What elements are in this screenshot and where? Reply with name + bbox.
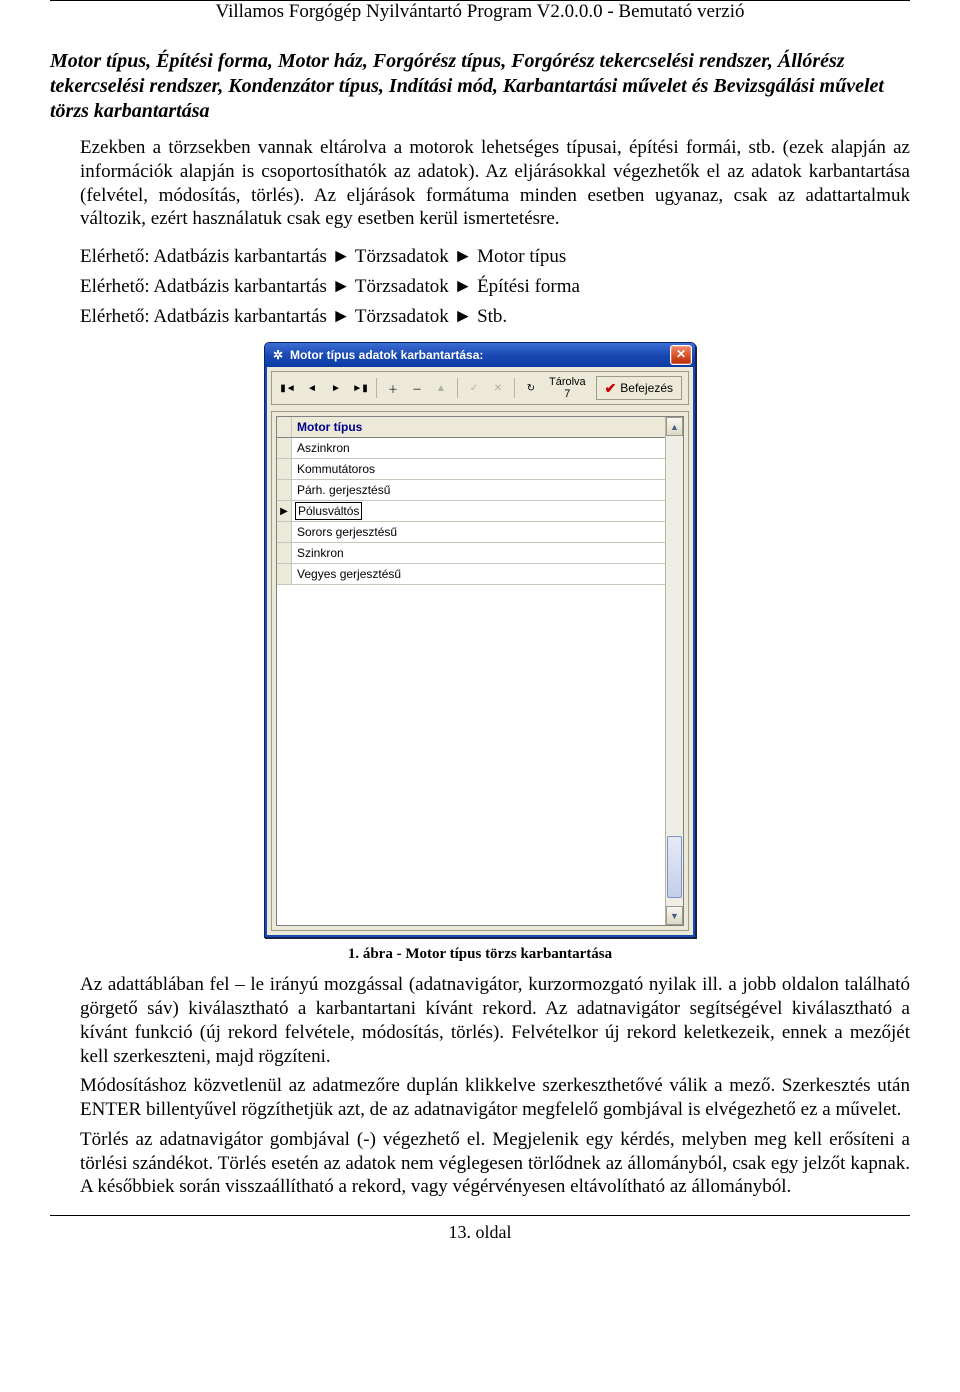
row-indicator: ▶ [277, 501, 292, 521]
gear-icon: ✲ [271, 348, 285, 362]
cell-value[interactable]: Vegyes gerjesztésű [292, 564, 665, 584]
figure-caption: 1. ábra - Motor típus törzs karbantartás… [50, 946, 910, 963]
window-title: Motor típus adatok karbantartása: [290, 348, 670, 362]
titlebar: ✲ Motor típus adatok karbantartása: ✕ [265, 343, 695, 367]
row-indicator [277, 480, 292, 500]
nav-prev-button[interactable]: ◄ [302, 378, 322, 398]
page-number: 13. oldal [0, 1216, 960, 1253]
nav-first-button[interactable]: ▮◄ [278, 378, 298, 398]
reach-path-2: Elérhető: Adatbázis karbantartás ► Törzs… [80, 275, 910, 299]
column-header[interactable]: Motor típus [292, 417, 665, 437]
nav-post-button: ✓ [464, 378, 484, 398]
table-row[interactable]: Párh. gerjesztésű [277, 480, 665, 501]
edit-input[interactable]: Pólusváltós [295, 502, 362, 520]
nav-last-button[interactable]: ►▮ [350, 378, 370, 398]
stored-value: 7 [549, 388, 586, 400]
finish-button[interactable]: ✔ Befejezés [596, 376, 682, 400]
navigator-toolbar: ▮◄ ◄ ► ►▮ ＋ － ▲ ✓ ✕ ↻ Tárolva 7 [271, 371, 689, 405]
cell-value[interactable]: Aszinkron [292, 438, 665, 458]
table-row[interactable]: Kommutátoros [277, 459, 665, 480]
cell-value[interactable]: Pólusváltós [292, 501, 665, 521]
vertical-scrollbar[interactable]: ▲ ▼ [665, 417, 683, 925]
row-indicator [277, 417, 292, 437]
row-indicator [277, 438, 292, 458]
paragraph-usage-2: Módosításhoz közvetlenül az adatmezőre d… [80, 1074, 910, 1122]
scroll-thumb[interactable] [667, 836, 682, 898]
reach-path-3: Elérhető: Adatbázis karbantartás ► Törzs… [80, 305, 910, 329]
table-row[interactable]: Vegyes gerjesztésű [277, 564, 665, 585]
reach-path-1: Elérhető: Adatbázis karbantartás ► Törzs… [80, 245, 910, 269]
row-indicator [277, 543, 292, 563]
column-header-row: Motor típus [277, 417, 665, 438]
table-row[interactable]: Aszinkron [277, 438, 665, 459]
table-row[interactable]: Sorors gerjesztésű [277, 522, 665, 543]
nav-insert-button[interactable]: ＋ [383, 378, 403, 398]
paragraph-usage-3: Törlés az adatnavigátor gombjával (-) vé… [80, 1128, 910, 1199]
section-heading: Motor típus, Építési forma, Motor ház, F… [50, 49, 910, 124]
row-indicator [277, 459, 292, 479]
paragraph-usage-1: Az adattáblában fel – le irányú mozgássa… [80, 973, 910, 1068]
data-grid: Motor típusAszinkronKommutátorosPárh. ge… [271, 411, 689, 931]
cell-value[interactable]: Kommutátoros [292, 459, 665, 479]
nav-next-button[interactable]: ► [326, 378, 346, 398]
cell-value[interactable]: Sorors gerjesztésű [292, 522, 665, 542]
row-indicator [277, 564, 292, 584]
cell-value[interactable]: Párh. gerjesztésű [292, 480, 665, 500]
scroll-up-button[interactable]: ▲ [666, 417, 683, 436]
table-row[interactable]: ▶Pólusváltós [277, 501, 665, 522]
close-button[interactable]: ✕ [670, 345, 692, 365]
scroll-down-button[interactable]: ▼ [666, 906, 683, 925]
finish-label: Befejezés [620, 381, 673, 395]
row-indicator [277, 522, 292, 542]
nav-edit-button: ▲ [431, 378, 451, 398]
nav-cancel-button: ✕ [488, 378, 508, 398]
separator [514, 378, 515, 398]
doc-header: Villamos Forgógép Nyilvántartó Program V… [0, 1, 960, 25]
nav-refresh-button[interactable]: ↻ [521, 378, 541, 398]
table-row[interactable]: Szinkron [277, 543, 665, 564]
dialog-window: ✲ Motor típus adatok karbantartása: ✕ ▮◄… [264, 342, 696, 938]
scroll-track[interactable] [666, 436, 683, 906]
check-icon: ✔ [605, 380, 617, 397]
separator [376, 378, 377, 398]
cell-value[interactable]: Szinkron [292, 543, 665, 563]
stored-label: Tárolva [549, 376, 586, 388]
intro-paragraph: Ezekben a törzsekben vannak eltárolva a … [80, 136, 910, 231]
nav-delete-button[interactable]: － [407, 378, 427, 398]
separator [457, 378, 458, 398]
stored-count: Tárolva 7 [549, 376, 586, 400]
